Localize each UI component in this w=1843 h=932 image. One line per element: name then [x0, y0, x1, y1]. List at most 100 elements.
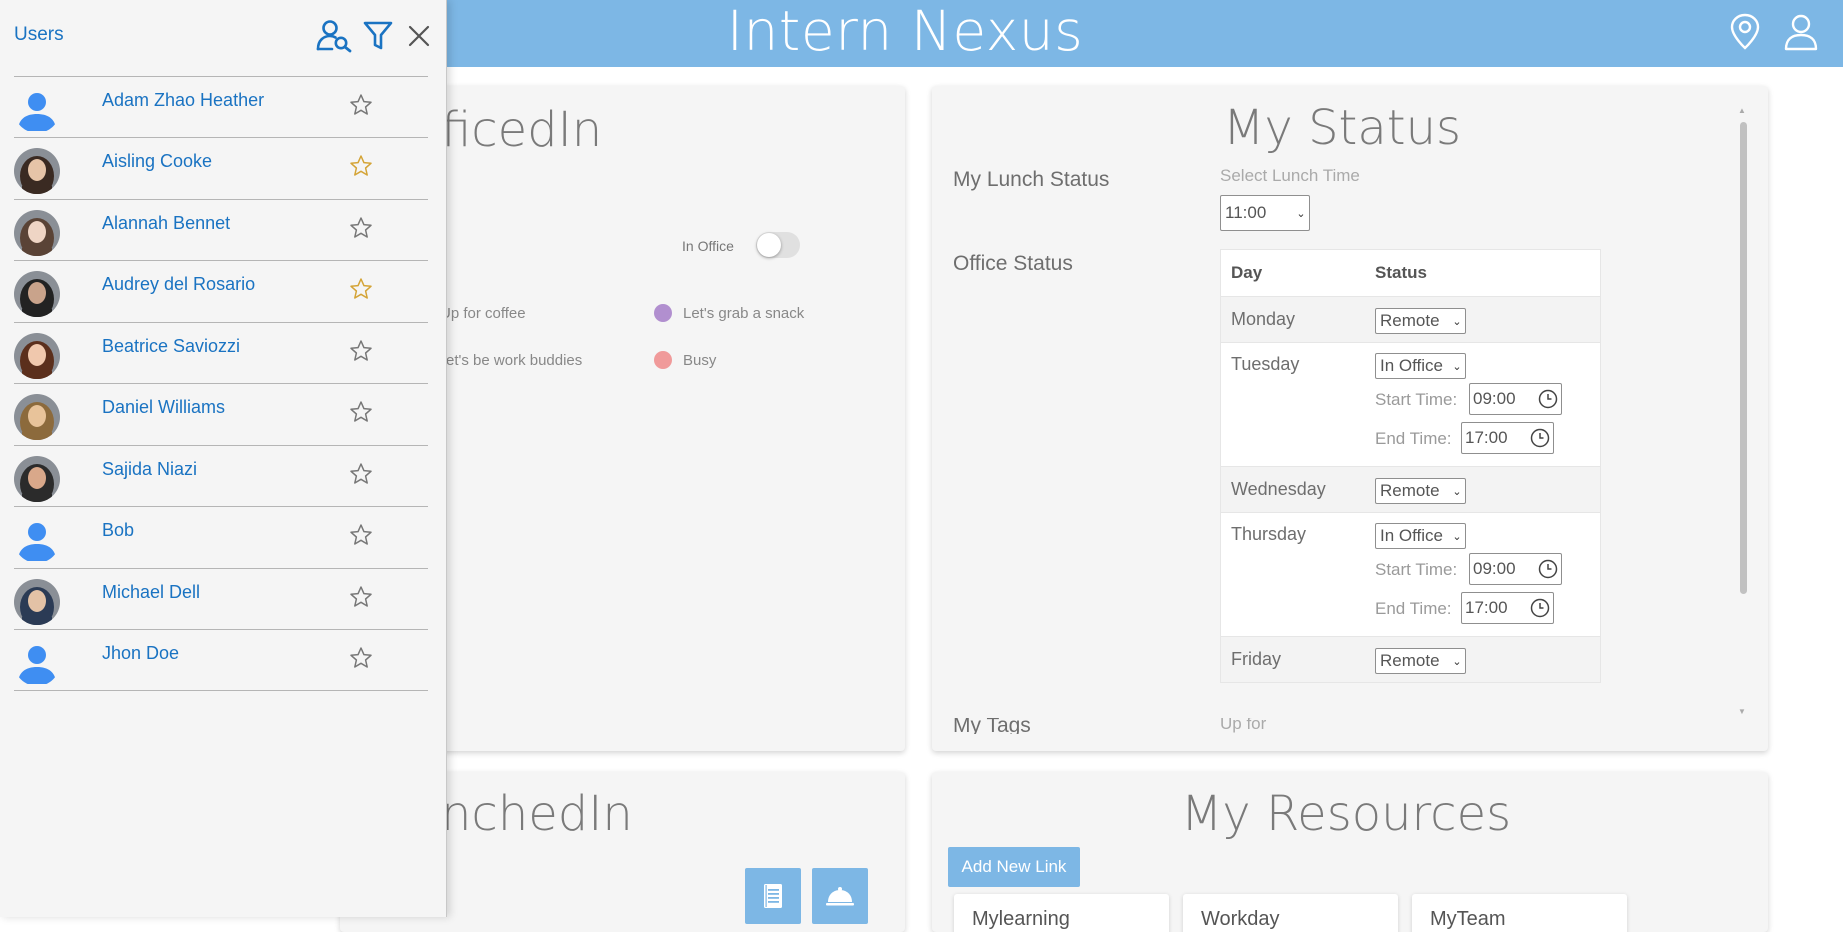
- my-resources-card: My Resources Add New Link Mylearning Wor…: [932, 772, 1768, 932]
- status-select-thursday[interactable]: In Office ⌄: [1375, 523, 1466, 549]
- star-outline-icon[interactable]: [347, 398, 375, 426]
- star-filled-icon[interactable]: [347, 152, 375, 180]
- legend-grab-a-snack: Let's grab a snack: [683, 305, 805, 322]
- start-time-input-tuesday[interactable]: 09:00: [1469, 383, 1562, 415]
- start-time-label: Start Time:: [1375, 560, 1458, 579]
- notebook-button[interactable]: [745, 868, 801, 924]
- user-name-link[interactable]: Audrey del Rosario: [102, 274, 255, 295]
- star-outline-icon[interactable]: [347, 583, 375, 611]
- status-value: Remote: [1380, 481, 1440, 500]
- star-outline-icon[interactable]: [347, 644, 375, 672]
- chevron-down-icon: ⌄: [1452, 315, 1462, 328]
- avatar: [14, 210, 60, 256]
- user-name-link[interactable]: Sajida Niazi: [102, 459, 197, 480]
- food-cloche-icon: [826, 887, 854, 906]
- officedin-title: ficedIn: [441, 102, 603, 158]
- status-value: Remote: [1380, 651, 1440, 670]
- star-outline-icon[interactable]: [347, 337, 375, 365]
- location-pin-icon[interactable]: [1725, 12, 1765, 52]
- scroll-down-arrow-icon[interactable]: ▼: [1738, 707, 1746, 716]
- add-new-link-button[interactable]: Add New Link: [948, 847, 1080, 887]
- user-list-item[interactable]: Alannah Bennet: [14, 199, 428, 260]
- status-value: Remote: [1380, 311, 1440, 330]
- user-list-item[interactable]: Michael Dell: [14, 568, 428, 629]
- default-avatar-icon: [14, 517, 60, 563]
- status-value: In Office: [1380, 526, 1443, 545]
- my-resources-title: My Resources: [1180, 786, 1512, 842]
- resource-card-myteam[interactable]: MyTeam: [1412, 894, 1627, 932]
- table-header-row: Day Status: [1221, 250, 1600, 296]
- chevron-down-icon: ⌄: [1452, 485, 1462, 498]
- user-list-item[interactable]: Aisling Cooke: [14, 137, 428, 198]
- user-list-item[interactable]: Bob: [14, 506, 428, 567]
- tags-hint: Up for: [1220, 718, 1267, 733]
- user-list-item[interactable]: Adam Zhao Heather: [14, 76, 428, 137]
- user-icon[interactable]: [1781, 12, 1821, 52]
- clock-icon: [1535, 559, 1561, 579]
- star-outline-icon[interactable]: [347, 91, 375, 119]
- legend-dot-busy: [654, 351, 672, 369]
- user-list-item[interactable]: Sajida Niazi: [14, 445, 428, 506]
- default-avatar-icon: [14, 87, 60, 133]
- tags-row-clipped: My Tags Up for: [932, 718, 1752, 734]
- star-outline-icon[interactable]: [347, 460, 375, 488]
- avatar: [14, 456, 60, 502]
- end-time-input-thursday[interactable]: 17:00: [1461, 592, 1554, 624]
- lunch-time-select[interactable]: 11:00 ⌄: [1220, 195, 1310, 231]
- user-name-link[interactable]: Adam Zhao Heather: [102, 90, 264, 111]
- status-value: In Office: [1380, 356, 1443, 375]
- avatar: [14, 333, 60, 379]
- end-time-label: End Time:: [1375, 599, 1452, 618]
- status-select-friday[interactable]: Remote ⌄: [1375, 648, 1466, 674]
- star-outline-icon[interactable]: [347, 214, 375, 242]
- avatar: [14, 394, 60, 440]
- filter-icon[interactable]: [358, 18, 398, 54]
- status-select-monday[interactable]: Remote ⌄: [1375, 308, 1466, 334]
- time-value: 17:00: [1465, 598, 1508, 617]
- chevron-down-icon: ⌄: [1452, 530, 1462, 543]
- my-status-scrollbar[interactable]: ▲ ▼: [1738, 106, 1748, 716]
- end-time-input-tuesday[interactable]: 17:00: [1461, 422, 1554, 454]
- resource-card-mylearning[interactable]: Mylearning: [954, 894, 1169, 932]
- table-header-day: Day: [1231, 263, 1263, 282]
- scroll-thumb[interactable]: [1740, 122, 1747, 594]
- user-name-link[interactable]: Daniel Williams: [102, 397, 225, 418]
- user-name-link[interactable]: Aisling Cooke: [102, 151, 212, 172]
- lunch-time-hint: Select Lunch Time: [1220, 166, 1360, 185]
- chevron-down-icon: ⌄: [1452, 360, 1462, 373]
- user-name-link[interactable]: Beatrice Saviozzi: [102, 336, 240, 357]
- user-name-link[interactable]: Michael Dell: [102, 582, 200, 603]
- end-time-label: End Time:: [1375, 429, 1452, 448]
- lunch-status-label: My Lunch Status: [953, 168, 1110, 191]
- status-select-wednesday[interactable]: Remote ⌄: [1375, 478, 1466, 504]
- resource-card-workday[interactable]: Workday: [1183, 894, 1398, 932]
- start-time-input-thursday[interactable]: 09:00: [1469, 553, 1562, 585]
- user-search-icon[interactable]: [315, 18, 355, 54]
- user-list-item[interactable]: Audrey del Rosario: [14, 260, 428, 321]
- resource-card-label: Workday: [1201, 908, 1280, 930]
- clock-icon: [1535, 389, 1561, 409]
- avatar: [14, 271, 60, 317]
- scroll-up-arrow-icon[interactable]: ▲: [1738, 106, 1746, 115]
- user-list-item[interactable]: Jhon Doe: [14, 629, 428, 691]
- user-name-link[interactable]: Jhon Doe: [102, 643, 179, 664]
- user-name-link[interactable]: Bob: [102, 520, 134, 541]
- chevron-down-icon: ⌄: [1296, 207, 1306, 220]
- user-list-item[interactable]: Beatrice Saviozzi: [14, 322, 428, 383]
- notebook-icon: [764, 884, 782, 908]
- clock-icon: [1527, 598, 1553, 618]
- legend-work-buddies: et's be work buddies: [446, 352, 583, 369]
- legend-dot-snack: [654, 304, 672, 322]
- in-office-toggle[interactable]: [756, 232, 800, 258]
- star-outline-icon[interactable]: [347, 521, 375, 549]
- status-select-tuesday[interactable]: In Office ⌄: [1375, 353, 1466, 379]
- clock-icon: [1527, 428, 1553, 448]
- user-name-link[interactable]: Alannah Bennet: [102, 213, 230, 234]
- user-list-item[interactable]: Daniel Williams: [14, 383, 428, 444]
- close-icon[interactable]: [399, 18, 439, 54]
- resource-card-label: MyTeam: [1430, 908, 1506, 930]
- table-row: Tuesday In Office ⌄ Start Time: 09:00 End…: [1221, 342, 1600, 466]
- food-cloche-button[interactable]: [812, 868, 868, 924]
- star-filled-icon[interactable]: [347, 275, 375, 303]
- lunch-time-value: 11:00: [1225, 203, 1267, 222]
